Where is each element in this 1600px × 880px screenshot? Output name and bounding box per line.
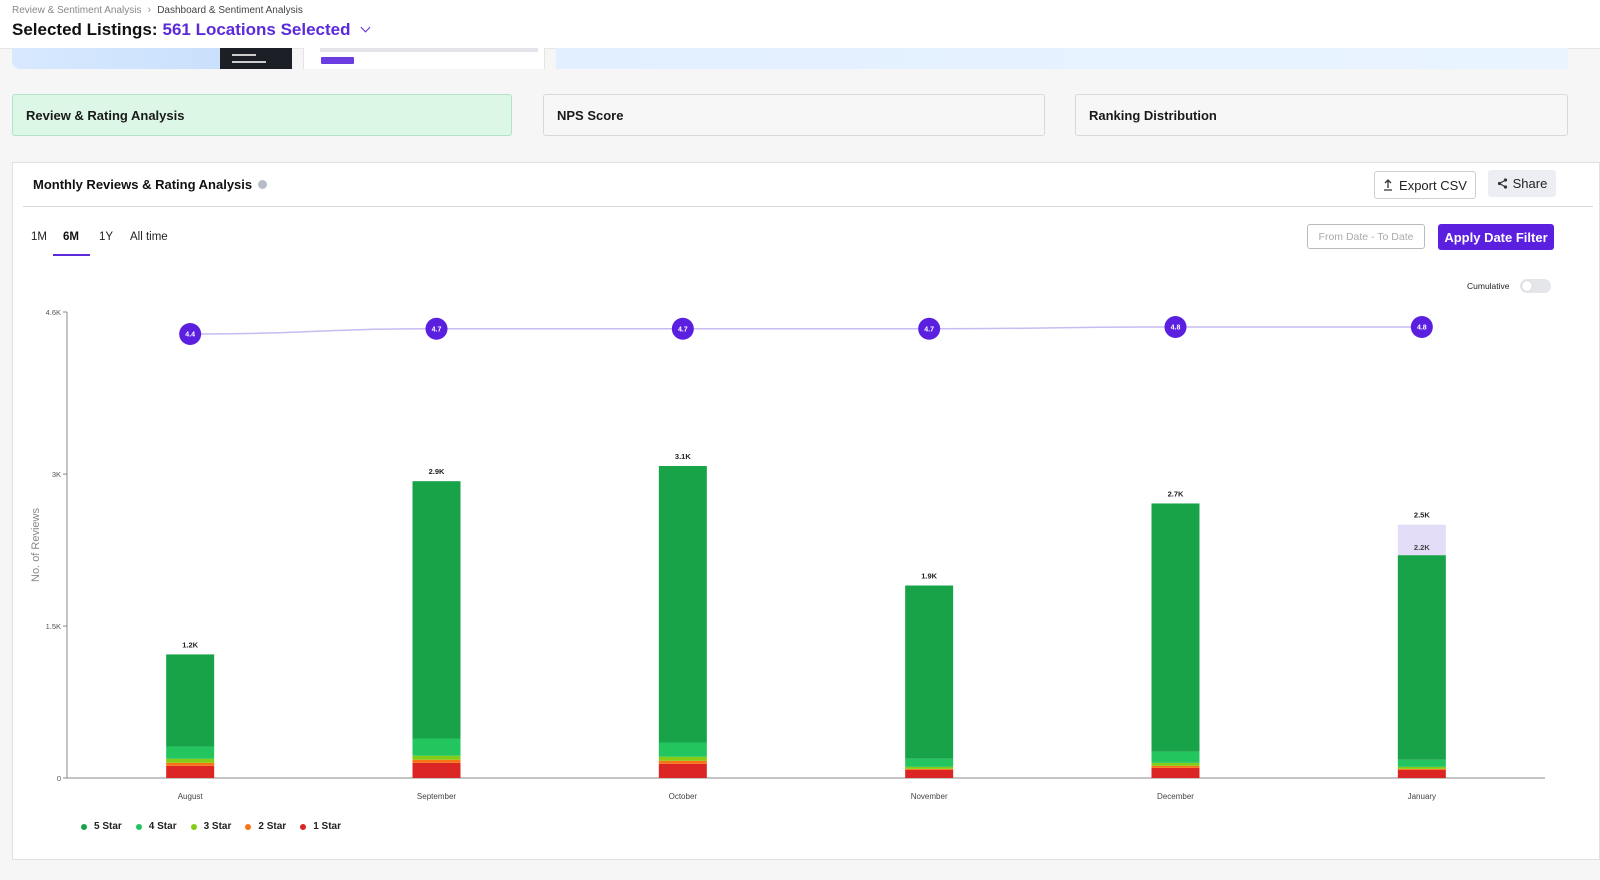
bar-segment [1397,768,1446,770]
x-tick-label: August [178,792,204,801]
preview-button [321,57,354,64]
bar-segment [166,746,215,759]
bar-inner-label: 2.2K [1414,543,1430,552]
breadcrumb-link[interactable]: Review & Sentiment Analysis [12,5,142,16]
bar-total-label: 1.9K [921,572,937,581]
bar-total-label: 1.2K [182,640,198,649]
chart-legend: 5 Star 4 Star 3 Star 2 Star 1 Star [81,821,341,832]
reviews-chart: 0 1.5K 3K 4.6K No. of Reviews 1.2K August 2.9K S… [30,308,1545,801]
bar-segment [1397,766,1446,769]
bar-segment [905,766,954,769]
legend-label: 2 Star [258,821,287,832]
preview-card-3 [556,48,1568,69]
legend-dot [190,823,197,830]
bar-segment [658,760,707,764]
bar-segment [1397,769,1446,778]
tab-label: NPS Score [557,107,624,123]
legend-item[interactable]: 4 Star [135,821,177,832]
tab-ranking-distribution[interactable]: Ranking Distribution [1075,94,1568,136]
bar-segment [1151,765,1200,768]
preview-card-1 [12,48,292,69]
legend-item[interactable]: 5 Star [81,821,122,832]
x-tick-label: December [1157,792,1194,801]
legend-dot [245,823,252,830]
bar-segment [412,755,461,760]
bar-segment [412,759,461,763]
bar-segment [412,738,461,756]
bar-segment [412,481,461,739]
selected-listings[interactable]: Selected Listings: 561 Locations Selecte… [12,20,370,40]
rating-point-label: 4.4 [185,332,195,339]
legend-dot [81,823,87,830]
bar-segment [166,654,215,747]
preview-card-2 [303,48,545,69]
selected-listings-value[interactable]: 561 Locations Selected [162,20,350,40]
x-tick-label: January [1408,792,1436,801]
x-tick-label: November [911,792,948,801]
rating-point-label: 4.8 [1171,325,1181,332]
bar-segment [166,762,215,766]
bar-total-label: 2.9K [429,467,445,476]
legend-dot [300,823,307,830]
bar-segment [166,765,215,778]
legend-dot [135,823,142,830]
legend-item[interactable]: 1 Star [300,821,341,832]
bar-segment [1151,751,1200,763]
chevron-right-icon: › [147,4,152,16]
rating-point-label: 4.7 [924,326,934,333]
y-tick-label: 3K [52,470,61,479]
bar-segment [658,465,707,743]
bar-segment [658,756,707,761]
y-tick-label: 1.5K [46,622,61,631]
bar-segment [1151,503,1200,752]
bar-segment [1151,762,1200,766]
legend-item[interactable]: 3 Star [190,821,232,832]
tab-review-rating-analysis[interactable]: Review & Rating Analysis [12,94,512,136]
chevron-down-icon[interactable] [360,22,370,33]
rating-line [190,326,1422,335]
bar-segment [905,769,954,778]
bar-segment [1397,555,1446,760]
preview-dark-tile [220,48,292,69]
tab-nps-score[interactable]: NPS Score [543,94,1045,136]
bar-total-label: 2.5K [1414,511,1430,520]
legend-label: 5 Star [94,821,122,832]
legend-item[interactable]: 2 Star [245,821,286,832]
bar-segment [412,762,461,778]
bar-total-label: 3.1K [675,452,691,461]
rating-point-label: 4.8 [1417,325,1427,332]
y-tick-label: 4.6K [46,308,61,317]
legend-label: 4 Star [148,821,177,832]
x-tick-label: October [669,792,698,801]
bar-segment [905,758,954,767]
bar-segment [905,585,954,759]
legend-label: 3 Star [203,821,232,832]
bar-segment [905,768,954,770]
breadcrumb: Review & Sentiment Analysis › Dashboard … [12,4,303,16]
tab-label: Review & Rating Analysis [26,107,185,123]
rating-point-label: 4.7 [678,326,688,333]
selected-listings-label: Selected Listings: [12,20,158,39]
top-bar: Review & Sentiment Analysis › Dashboard … [0,0,1600,49]
bar-segment [1151,767,1200,778]
tab-label: Ranking Distribution [1089,107,1217,123]
breadcrumb-current: Dashboard & Sentiment Analysis [157,4,303,16]
bar-segment [658,742,707,757]
legend-label: 1 Star [313,821,341,832]
bar-segment [658,763,707,778]
y-axis-label: No. of Reviews [30,508,42,582]
bar-total-label: 2.7K [1168,489,1184,498]
monthly-reviews-panel: Monthly Reviews & Rating Analysis Export… [12,162,1600,860]
x-tick-label: September [417,792,456,801]
bar-segment [166,758,215,763]
bar-segment [1397,759,1446,767]
y-tick-label: 0 [57,774,61,783]
rating-point-label: 4.7 [432,326,442,333]
